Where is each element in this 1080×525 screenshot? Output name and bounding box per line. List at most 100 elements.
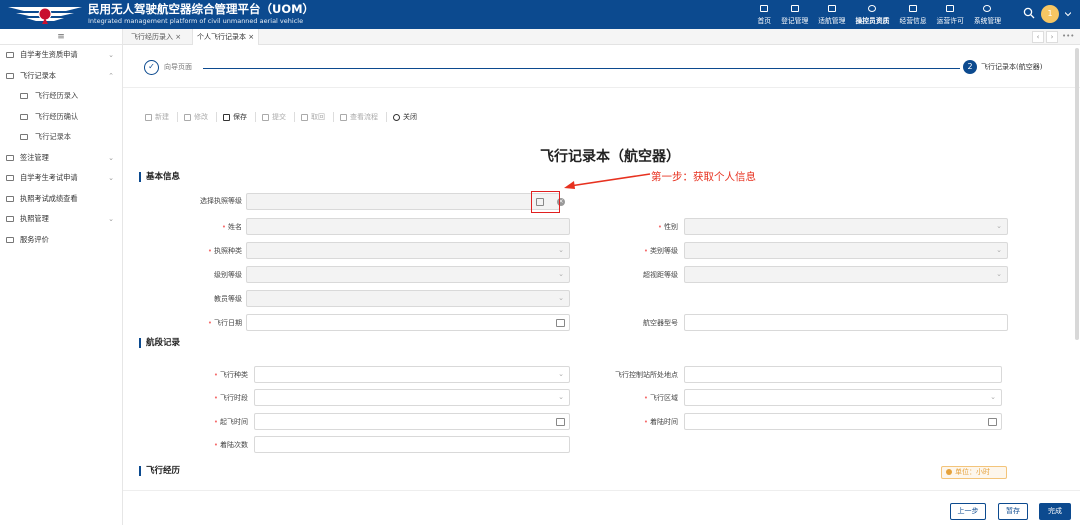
sidebar-item-service-rating[interactable]: 服务评价 — [0, 230, 122, 251]
divider — [216, 112, 217, 122]
chevron-left-icon[interactable]: ‹ — [1032, 31, 1044, 43]
divider — [386, 112, 387, 122]
nav-business-info[interactable]: 经营信息 — [894, 0, 931, 29]
sidebar-item-flight-logbook-page[interactable]: 飞行记录本 — [0, 127, 122, 148]
license-type-select[interactable]: ⌄ — [246, 242, 570, 259]
plus-icon — [145, 113, 152, 121]
search-icon[interactable] — [1023, 7, 1035, 19]
step-2-number: 2 — [963, 60, 977, 74]
sidebar: ≡ 自学考生资质申请 ⌄ 飞行记录本 ⌃ 飞行经历录入 飞行经历确认 飞行记录本 签… — [0, 29, 123, 525]
flight-period-select[interactable]: ⌄ — [254, 389, 570, 406]
chevron-down-icon: ⌄ — [990, 393, 996, 401]
submit-button[interactable]: 提交 — [262, 111, 286, 123]
menu-toggle-icon[interactable]: ≡ — [0, 29, 122, 45]
flow-icon — [340, 113, 347, 121]
folder-icon — [6, 52, 14, 58]
folder-open-icon — [6, 72, 14, 79]
section-flight-experience: 飞行经历 — [139, 466, 180, 476]
chevron-down-icon: ⌄ — [108, 51, 114, 59]
landing-count-field[interactable] — [254, 436, 570, 453]
flight-type-select[interactable]: ⌄ — [254, 366, 570, 383]
nav-airworthiness[interactable]: 适航管理 — [813, 0, 850, 29]
class-level-select[interactable]: ⌄ — [246, 266, 570, 283]
tab-flight-experience-entry[interactable]: 飞行经历录入 × — [127, 29, 185, 45]
folder-icon — [6, 216, 14, 222]
bvlos-level-select[interactable]: ⌄ — [684, 266, 1008, 283]
aircraft-model-field[interactable] — [684, 314, 1008, 331]
file-icon — [20, 93, 28, 99]
sidebar-item-flight-experience-entry[interactable]: 飞行经历录入 — [0, 86, 122, 107]
chevron-down-icon: ⌄ — [558, 270, 564, 278]
sidebar-item-self-study-qualification[interactable]: 自学考生资质申请 ⌄ — [0, 45, 122, 66]
user-avatar[interactable]: 1 — [1041, 5, 1059, 23]
nav-home[interactable]: 首页 — [752, 0, 776, 29]
flight-date-label: • 飞行日期 — [207, 319, 242, 327]
category-level-select[interactable]: ⌄ — [684, 242, 1008, 259]
view-flow-button[interactable]: 查看流程 — [340, 111, 378, 123]
platform-title: 民用无人驾驶航空器综合管理平台（UOM） Integrated manageme… — [88, 2, 315, 26]
category-level-label: • 类别等级 — [643, 247, 678, 255]
landing-time-label: • 着陆时间 — [643, 418, 678, 426]
chevron-down-icon: ⌄ — [558, 393, 564, 401]
withdraw-button[interactable]: 取回 — [301, 111, 325, 123]
form-title: 飞行记录本（航空器） — [540, 149, 680, 165]
chevron-down-icon: ⌄ — [108, 174, 114, 182]
nav-operator-qualification[interactable]: 操控员资质 — [850, 0, 894, 29]
divider — [333, 112, 334, 122]
more-icon[interactable]: ••• — [1062, 31, 1074, 43]
select-license-level-field[interactable]: × — [246, 193, 565, 210]
flight-area-select[interactable]: ⌄ — [684, 389, 1002, 406]
control-station-field[interactable] — [684, 366, 1002, 383]
flight-date-field[interactable] — [246, 314, 570, 331]
sidebar-item-license-management[interactable]: 执照管理 ⌄ — [0, 209, 122, 230]
top-nav: 首页 登记管理 适航管理 操控员资质 经营信息 运营许可 系统管理 — [752, 0, 1006, 29]
takeoff-time-field[interactable] — [254, 413, 570, 430]
caac-logo-icon — [8, 7, 82, 24]
file-icon — [6, 195, 14, 202]
finish-button[interactable]: 完成 — [1039, 503, 1071, 520]
nav-registration[interactable]: 登记管理 — [776, 0, 813, 29]
new-button[interactable]: 新建 — [145, 111, 169, 123]
chevron-right-icon[interactable]: › — [1046, 31, 1058, 43]
chevron-down-icon: ⌄ — [996, 246, 1002, 254]
settings-icon — [983, 4, 992, 12]
wizard-steps: ✓ 向导页面 2 飞行记录本(航空器) — [123, 45, 1080, 88]
divider — [294, 112, 295, 122]
nav-operation-license[interactable]: 运营许可 — [932, 0, 969, 29]
close-button[interactable]: 关闭 — [393, 111, 417, 123]
drone-icon — [827, 4, 836, 12]
save-button[interactable]: 保存 — [223, 111, 247, 123]
chevron-down-icon: ⌄ — [996, 222, 1002, 230]
gender-select[interactable]: ⌄ — [684, 218, 1008, 235]
annotation-highlight-box — [531, 191, 560, 213]
divider — [177, 112, 178, 122]
prev-step-button[interactable]: 上一步 — [950, 503, 986, 520]
divider — [255, 112, 256, 122]
file-icon — [20, 113, 28, 120]
name-field[interactable] — [246, 218, 570, 235]
scrollbar[interactable] — [1075, 48, 1079, 340]
flight-area-label: • 飞行区域 — [643, 394, 678, 402]
platform-title-cn: 民用无人驾驶航空器综合管理平台（UOM） — [88, 2, 315, 16]
temp-save-button[interactable]: 暂存 — [998, 503, 1028, 520]
sidebar-item-flight-experience-confirm[interactable]: 飞行经历确认 — [0, 107, 122, 128]
sidebar-item-self-study-exam[interactable]: 自学考生考试申请 ⌄ — [0, 168, 122, 189]
nav-system-management[interactable]: 系统管理 — [969, 0, 1006, 29]
instructor-level-select[interactable]: ⌄ — [246, 290, 570, 307]
platform-title-en: Integrated management platform of civil … — [88, 17, 304, 25]
flight-period-label: • 飞行时段 — [213, 394, 248, 402]
step-2-label[interactable]: 飞行记录本(航空器) — [981, 62, 1042, 72]
save-icon — [223, 113, 230, 121]
landing-time-field[interactable] — [684, 413, 1002, 430]
edit-icon — [184, 113, 191, 121]
chevron-down-icon[interactable] — [1065, 11, 1071, 17]
step-1-label[interactable]: 向导页面 — [164, 62, 192, 72]
sidebar-item-flight-logbook[interactable]: 飞行记录本 ⌃ — [0, 66, 122, 87]
tab-personal-flight-logbook[interactable]: 个人飞行记录本 × — [192, 29, 260, 45]
file-icon — [20, 134, 28, 140]
takeoff-time-label: • 起飞时间 — [213, 418, 248, 426]
class-level-label: 级别等级 — [214, 271, 242, 279]
edit-button[interactable]: 修改 — [184, 111, 208, 123]
sidebar-item-exam-results[interactable]: 执照考试成绩查看 — [0, 189, 122, 210]
top-bar: 民用无人驾驶航空器综合管理平台（UOM） Integrated manageme… — [0, 0, 1080, 29]
